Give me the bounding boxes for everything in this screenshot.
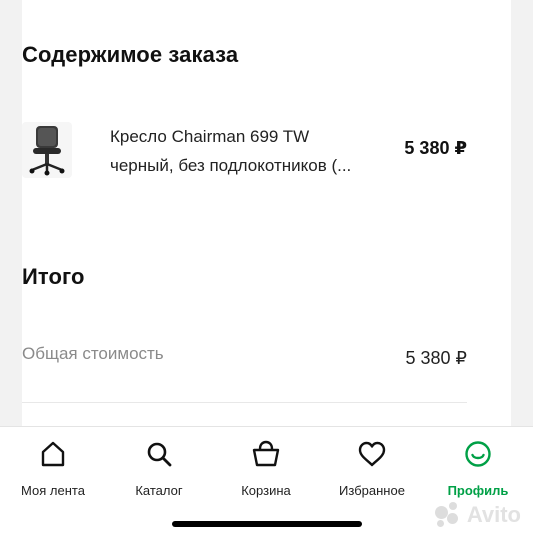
search-icon	[147, 442, 172, 467]
tab-catalog-label: Каталог	[135, 483, 183, 498]
basket-icon	[252, 440, 280, 467]
total-title: Итого	[22, 264, 85, 289]
tab-catalog[interactable]: Каталог	[106, 439, 212, 498]
avito-logo-icon	[434, 502, 461, 528]
avito-watermark-text: Avito	[466, 502, 521, 527]
order-item-name-line2: черный, без подлокотников (...	[110, 156, 352, 175]
order-item-name-line1: Кресло Chairman 699 TW	[110, 127, 310, 146]
total-cost-value: 5 380 ₽	[405, 348, 468, 368]
order-item-price: 5 380 ₽	[404, 138, 467, 158]
divider	[22, 402, 467, 403]
tab-favorites[interactable]: Избранное	[319, 439, 425, 498]
total-cost-label: Общая стоимость	[22, 344, 164, 363]
home-icon	[41, 441, 65, 467]
order-contents-title: Содержимое заказа	[22, 42, 239, 67]
tab-cart-label: Корзина	[241, 483, 291, 498]
tab-my-feed-label: Моя лента	[21, 483, 85, 498]
tab-cart[interactable]: Корзина	[213, 439, 319, 498]
order-item-name[interactable]: Кресло Chairman 699 TW черный, без подло…	[110, 122, 390, 180]
total-cost-row: Общая стоимость 5 380 ₽	[22, 340, 467, 380]
avito-watermark: Avito	[434, 500, 521, 530]
tab-profile-label: Профиль	[447, 483, 509, 498]
tab-profile[interactable]: Профиль	[425, 439, 531, 498]
home-indicator[interactable]	[172, 521, 362, 527]
profile-smile-icon	[465, 441, 491, 467]
order-details-screen: Содержимое заказа Кресло Chairman 699 TW…	[0, 0, 533, 540]
heart-icon	[358, 441, 386, 467]
order-item[interactable]: Кресло Chairman 699 TW черный, без подло…	[22, 112, 467, 192]
tab-my-feed[interactable]: Моя лента	[0, 439, 106, 498]
office-chair-icon	[22, 122, 72, 178]
tab-favorites-label: Избранное	[339, 483, 405, 498]
